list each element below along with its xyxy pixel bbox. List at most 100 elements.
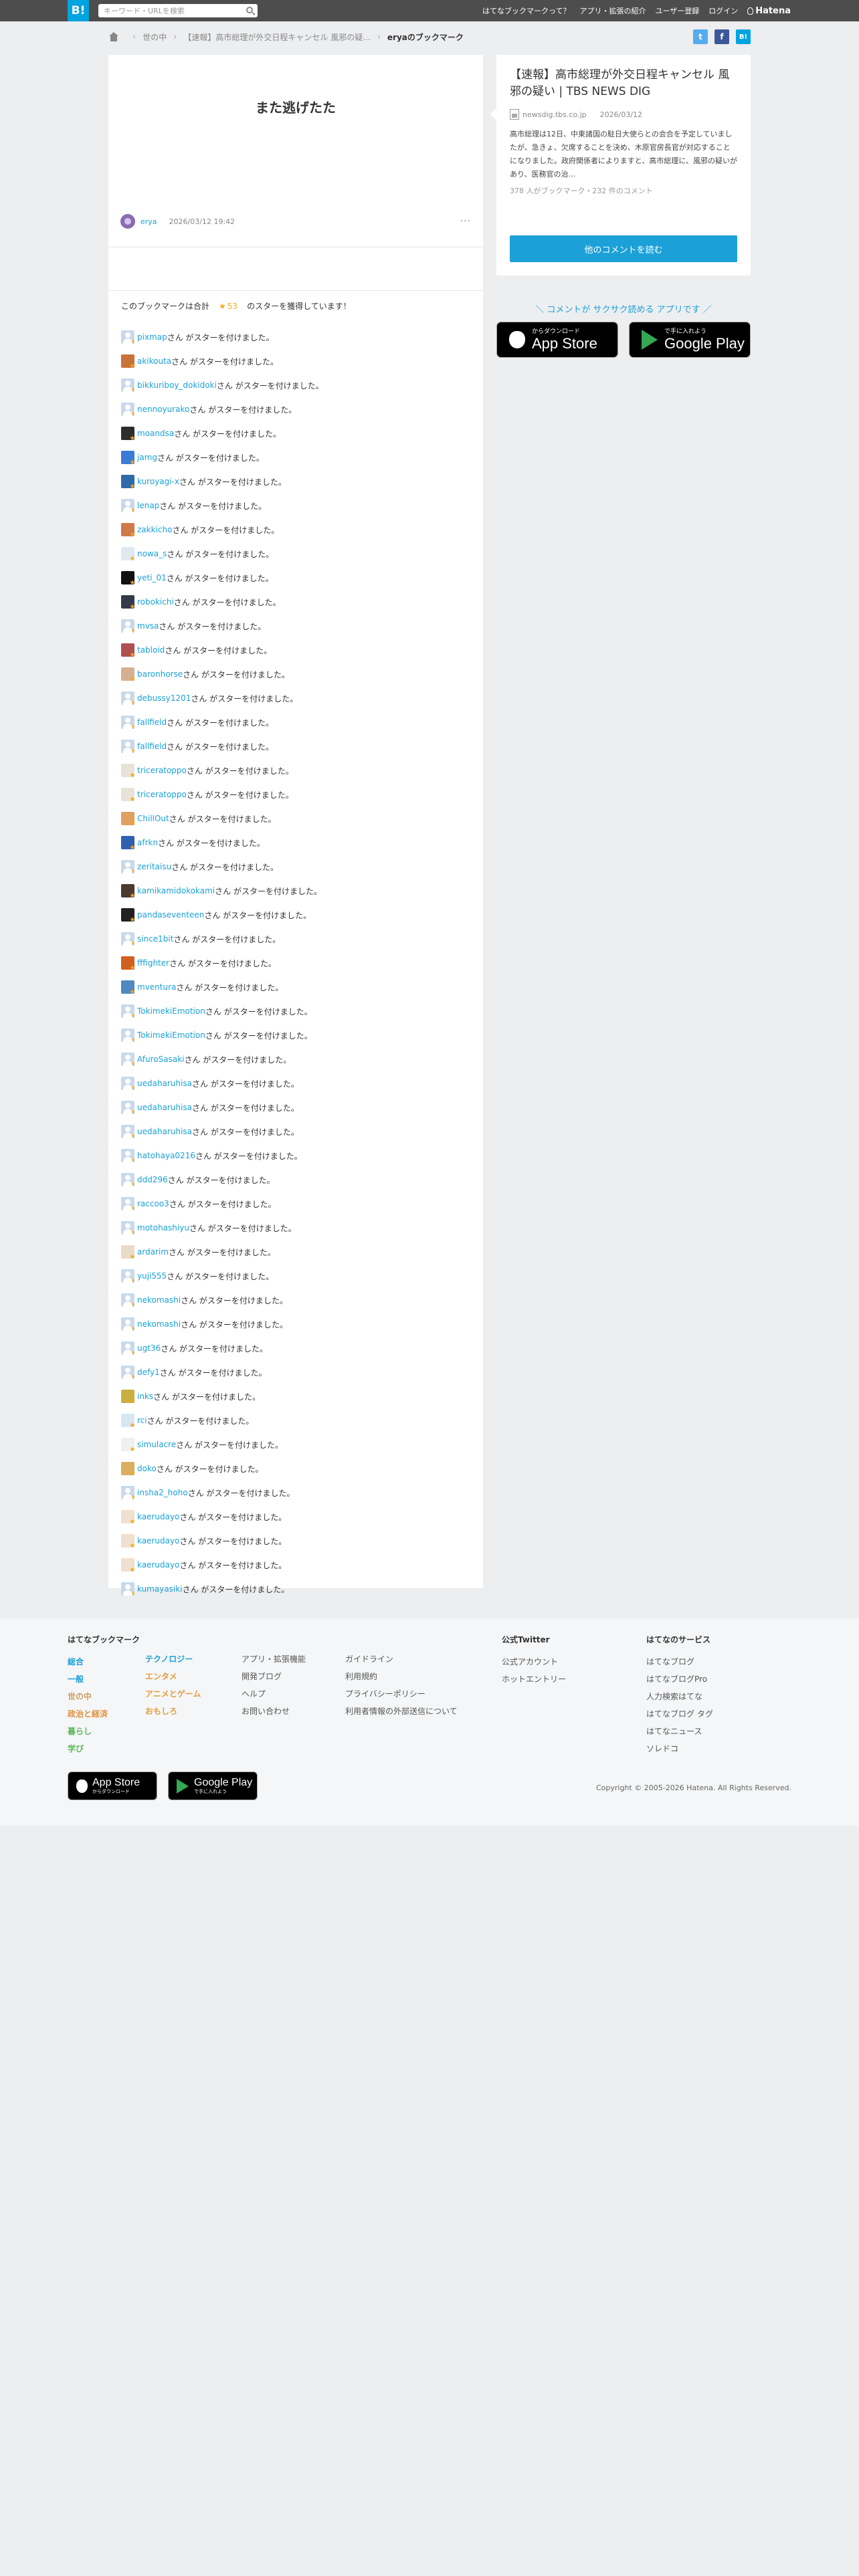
user-avatar-icon[interactable] (121, 403, 134, 416)
user-avatar-icon[interactable] (121, 1125, 134, 1138)
star-username[interactable]: inks (137, 1392, 153, 1401)
user-avatar-icon[interactable] (121, 354, 134, 368)
star-username[interactable]: insha2_hoho (137, 1488, 188, 1497)
star-username[interactable]: defy1 (137, 1368, 160, 1377)
star-username[interactable]: robokichi (137, 597, 174, 607)
footer-link[interactable]: おもしろ (145, 1707, 177, 1716)
user-avatar-icon[interactable] (121, 1558, 134, 1572)
footer-link[interactable]: 利用規約 (345, 1672, 377, 1681)
star-username[interactable]: TokimekiEmotion (137, 1031, 205, 1040)
user-avatar-icon[interactable] (121, 908, 134, 922)
footer-link[interactable]: 世の中 (68, 1692, 92, 1701)
star-username[interactable]: uedaharuhisa (137, 1079, 192, 1088)
footer-link[interactable]: アニメとゲーム (145, 1689, 201, 1699)
footer-link[interactable]: ソレドコ (646, 1744, 678, 1753)
footer-link[interactable]: プライバシーポリシー (345, 1689, 425, 1699)
user-avatar-icon[interactable] (121, 499, 134, 512)
star-username[interactable]: fallfield (137, 718, 167, 727)
user-avatar-icon[interactable] (121, 475, 134, 488)
star-username[interactable]: hatohaya0216 (137, 1151, 195, 1160)
footer-link[interactable]: テクノロジー (145, 1654, 193, 1664)
star-username[interactable]: moandsa (137, 429, 174, 438)
nav-login[interactable]: ログイン (708, 5, 738, 16)
star-username[interactable]: TokimekiEmotion (137, 1006, 205, 1016)
star-username[interactable]: uedaharuhisa (137, 1103, 192, 1112)
star-username[interactable]: yuji555 (137, 1271, 167, 1281)
user-avatar-icon[interactable] (121, 788, 134, 801)
footer-link[interactable]: 学び (68, 1744, 84, 1753)
footer-link[interactable]: 人力検索はてな (646, 1692, 702, 1701)
star-username[interactable]: nowa_s (137, 549, 167, 558)
footer-link[interactable]: はてなニュース (646, 1727, 702, 1736)
footer-link[interactable]: 公式アカウント (502, 1657, 558, 1667)
hatena-share-icon[interactable]: B! (736, 29, 751, 44)
star-username[interactable]: fallfield (137, 742, 167, 751)
star-username[interactable]: zakkicho (137, 525, 172, 534)
nav-apps[interactable]: アプリ・拡張の紹介 (580, 5, 646, 16)
user-avatar-icon[interactable] (121, 691, 134, 705)
footer-link[interactable]: 開発ブログ (242, 1672, 282, 1681)
footer-link[interactable]: 政治と経済 (68, 1709, 108, 1719)
more-menu-icon[interactable]: ··· (460, 216, 471, 227)
user-avatar-icon[interactable] (121, 643, 134, 657)
user-avatar-icon[interactable] (121, 1221, 134, 1235)
star-username[interactable]: tabloid (137, 645, 165, 655)
star-username[interactable]: simulacre (137, 1440, 176, 1449)
user-avatar-icon[interactable] (121, 427, 134, 440)
user-avatar-icon[interactable] (121, 1534, 134, 1547)
user-avatar-icon[interactable] (121, 932, 134, 946)
star-username[interactable]: doko (137, 1464, 157, 1473)
user-avatar-icon[interactable] (121, 379, 134, 392)
home-icon[interactable] (108, 32, 119, 41)
search-input[interactable] (98, 4, 239, 17)
star-username[interactable]: triceratoppo (137, 766, 187, 775)
star-username[interactable]: debussy1201 (137, 693, 191, 703)
read-more-comments-button[interactable]: 他のコメントを読む (510, 235, 737, 262)
user-avatar-icon[interactable] (121, 884, 134, 897)
breadcrumb-entry[interactable]: 【速報】高市総理が外交日程キャンセル 風邪の疑... (183, 31, 370, 43)
star-username[interactable]: motohashiyu (137, 1223, 189, 1232)
user-avatar-icon[interactable] (121, 1341, 134, 1355)
footer-link[interactable]: 一般 (68, 1675, 84, 1684)
user-avatar-icon[interactable] (121, 451, 134, 464)
user-avatar-icon[interactable] (121, 595, 134, 609)
star-username[interactable]: pixmap (137, 332, 167, 342)
entry-title-link[interactable]: 【速報】高市総理が外交日程キャンセル 風邪の疑い | TBS NEWS DIG (510, 67, 737, 100)
star-username[interactable]: kaerudayo (137, 1512, 179, 1521)
user-avatar-icon[interactable] (121, 836, 134, 849)
star-username[interactable]: kumayasiki (137, 1584, 183, 1594)
user-avatar-icon[interactable] (121, 1462, 134, 1475)
user-avatar-icon[interactable] (121, 1414, 134, 1427)
user-avatar-icon[interactable] (121, 1029, 134, 1042)
hatena-bookmark-logo[interactable]: B! (68, 0, 89, 21)
user-avatar-icon[interactable] (121, 860, 134, 873)
bookmark-date[interactable]: 2026/03/12 19:42 (169, 217, 235, 226)
star-username[interactable]: uedaharuhisa (137, 1127, 192, 1136)
footer-link[interactable]: ホットエントリー (502, 1675, 566, 1684)
nav-about[interactable]: はてなブックマークって？ (482, 5, 570, 16)
star-username[interactable]: ddd296 (137, 1175, 168, 1184)
nav-signup[interactable]: ユーザー登録 (656, 5, 700, 16)
star-username[interactable]: AfuroSasaki (137, 1055, 184, 1064)
user-avatar-icon[interactable] (121, 1053, 134, 1066)
app-store-badge[interactable]: App Store からダウンロード (68, 1772, 157, 1800)
user-avatar-icon[interactable] (121, 619, 134, 633)
search-icon[interactable] (246, 7, 253, 13)
star-username[interactable]: jamg (137, 453, 157, 462)
user-avatar-icon[interactable] (121, 1197, 134, 1210)
user-avatar-icon[interactable] (121, 571, 134, 584)
user-avatar-icon[interactable] (121, 1486, 134, 1499)
twitter-share-icon[interactable]: t (693, 29, 708, 44)
user-avatar-icon[interactable] (121, 980, 134, 994)
user-avatar-icon[interactable] (121, 330, 134, 344)
footer-link[interactable]: はてなブログ (646, 1657, 694, 1667)
star-username[interactable]: baronhorse (137, 669, 183, 679)
entry-domain[interactable]: newsdig.tbs.co.jp (522, 110, 587, 119)
footer-link[interactable]: ガイドライン (345, 1654, 393, 1664)
user-avatar-icon[interactable] (121, 1173, 134, 1186)
footer-link[interactable]: お問い合わせ (242, 1707, 290, 1716)
star-username[interactable]: lenap (137, 501, 159, 510)
user-avatar-icon[interactable] (121, 1366, 134, 1379)
star-username[interactable]: ChillOut (137, 814, 169, 823)
star-username[interactable]: zeritaisu (137, 862, 171, 871)
